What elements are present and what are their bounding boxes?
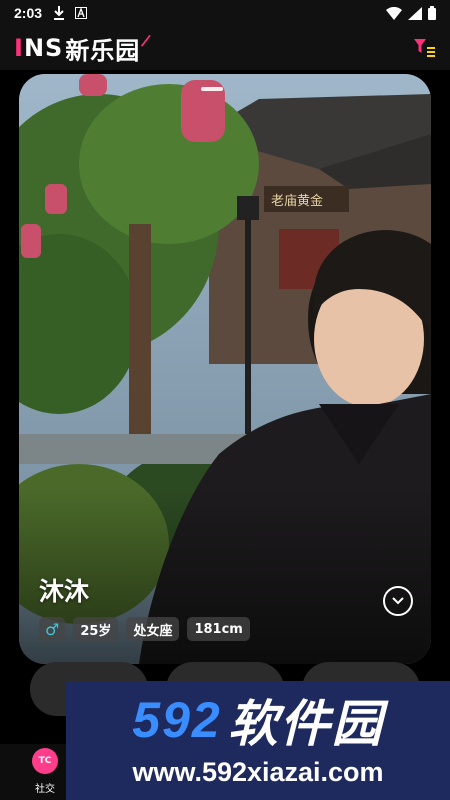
age-tag: 25岁 [73, 617, 119, 641]
status-time: 2:03 [14, 5, 43, 21]
expand-details-button[interactable] [383, 586, 413, 616]
app-header: I NS 新乐园 / [0, 26, 450, 70]
chevron-down-icon [392, 597, 404, 605]
logo-ins-prefix: I [14, 34, 24, 62]
a-icon [74, 6, 88, 20]
filter-list-icon [414, 39, 435, 57]
watermark-brand-num: 592 [132, 692, 222, 748]
status-bar: 2:03 [0, 0, 450, 26]
profile-name: 沐沐 [39, 577, 90, 606]
filter-button[interactable] [412, 36, 436, 60]
watermark-url: www.592xiazai.com [132, 757, 384, 787]
watermark: 592 软件园 www.592xiazai.com [66, 681, 450, 800]
nav-item-social[interactable]: TC 社交 [20, 748, 70, 795]
signal-icon [408, 6, 422, 20]
wifi-icon [386, 6, 402, 20]
watermark-brand: 592 软件园 [76, 687, 440, 753]
battery-icon [428, 6, 436, 20]
profile-card[interactable]: 老庙黄金 沐沐 ♂ 25岁 处女座 181cm [19, 74, 431, 664]
download-icon [52, 6, 66, 20]
nav-label-social: 社交 [35, 784, 55, 795]
drag-handle[interactable] [201, 87, 223, 91]
logo-ins-rest: NS [23, 34, 64, 62]
app-logo: I NS 新乐园 / [14, 29, 154, 66]
social-icon: TC [32, 748, 58, 774]
profile-tags: ♂ 25岁 处女座 181cm [39, 617, 250, 641]
zodiac-tag: 处女座 [126, 617, 180, 641]
logo-cn-text: 新乐园 [65, 36, 141, 65]
watermark-brand-text: 软件园 [227, 696, 384, 752]
logo-accent-mark: / [140, 29, 154, 51]
gender-tag: ♂ [39, 617, 66, 641]
height-tag: 181cm [187, 617, 250, 641]
